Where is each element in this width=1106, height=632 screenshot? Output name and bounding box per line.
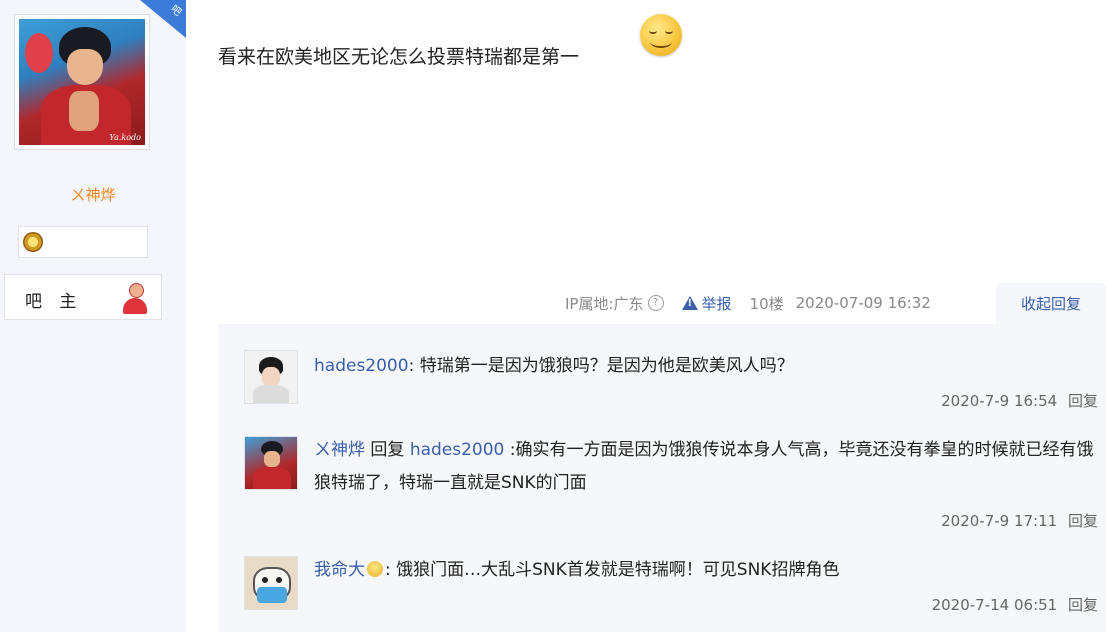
reply-footer: 2020-7-9 16:54 回复 [941, 390, 1098, 411]
report-button[interactable]: 举报 [681, 293, 732, 314]
reply-text: 我命大: 饿狼门面…大乱斗SNK首发就是特瑞啊！可见SNK招牌角色 [314, 554, 1094, 587]
reply-username[interactable]: hades2000 [314, 356, 409, 376]
reply-button[interactable]: 回复 [1068, 392, 1098, 410]
reply-message: 特瑞第一是因为饿狼吗？是因为他是欧美风人吗？ [414, 356, 794, 376]
avatar-signature: Ya.kodo [109, 133, 141, 142]
author-avatar[interactable]: Ya.kodo [14, 14, 150, 150]
reply-separator: : [504, 440, 516, 460]
post-datetime: 2020-07-09 16:32 [795, 294, 931, 312]
reply-target-user[interactable]: hades2000 [410, 440, 505, 460]
avatar-image: Ya.kodo [19, 19, 145, 145]
reply-time: 2020-7-14 06:51 [931, 596, 1058, 614]
reply-username[interactable]: 我命大 [314, 560, 365, 580]
post-content: 看来在欧美地区无论怎么投票特瑞都是第一 [218, 46, 580, 68]
corner-badge-label: 吧 [168, 3, 184, 19]
author-sidebar: 吧 Ya.kodo ㄨ神烨 吧 主 [0, 0, 186, 632]
reply-keyword: 回复 [365, 440, 410, 460]
reply-time: 2020-7-9 17:11 [941, 512, 1058, 530]
reply-button[interactable]: 回复 [1068, 512, 1098, 530]
reply-text: ㄨ神烨 回复 hades2000 :确实有一方面是因为饿狼传说本身人气高，毕竟还… [314, 434, 1094, 500]
help-icon[interactable]: ? [647, 295, 664, 311]
reply-time: 2020-7-9 16:54 [941, 392, 1058, 410]
author-username[interactable]: ㄨ神烨 [0, 184, 186, 205]
reply-avatar[interactable] [244, 350, 298, 404]
ip-location: IP属地:广东 [565, 294, 644, 313]
reply-message: 饿狼门面…大乱斗SNK首发就是特瑞啊！可见SNK招牌角色 [390, 560, 840, 580]
reply-footer: 2020-7-9 17:11 回复 [941, 510, 1098, 531]
reply-avatar[interactable] [244, 556, 298, 610]
reply-list: hades2000: 特瑞第一是因为饿狼吗？是因为他是欧美风人吗？ 2020-7… [218, 324, 1106, 632]
smiley-emoji-icon [640, 14, 682, 56]
floor-number: 10楼 [749, 294, 784, 313]
emoji-icon [367, 561, 383, 577]
reply-footer: 2020-7-14 06:51 回复 [932, 594, 1098, 615]
reply-avatar[interactable] [244, 436, 298, 490]
level-badge[interactable] [18, 226, 148, 258]
reply-button[interactable]: 回复 [1068, 596, 1098, 614]
report-label: 举报 [701, 294, 732, 313]
role-badge: 吧 主 [4, 274, 162, 320]
warning-icon [681, 296, 698, 310]
level-medal-icon [23, 232, 43, 252]
post-meta-bar: IP属地:广东 ? 举报 10楼 2020-07-09 16:32 [565, 292, 931, 314]
moderator-icon [121, 281, 149, 315]
reply-username[interactable]: ㄨ神烨 [314, 440, 365, 460]
role-label: 吧 主 [25, 292, 83, 312]
collapse-replies-button[interactable]: 收起回复 [996, 283, 1106, 325]
reply-text: hades2000: 特瑞第一是因为饿狼吗？是因为他是欧美风人吗？ [314, 350, 1094, 383]
